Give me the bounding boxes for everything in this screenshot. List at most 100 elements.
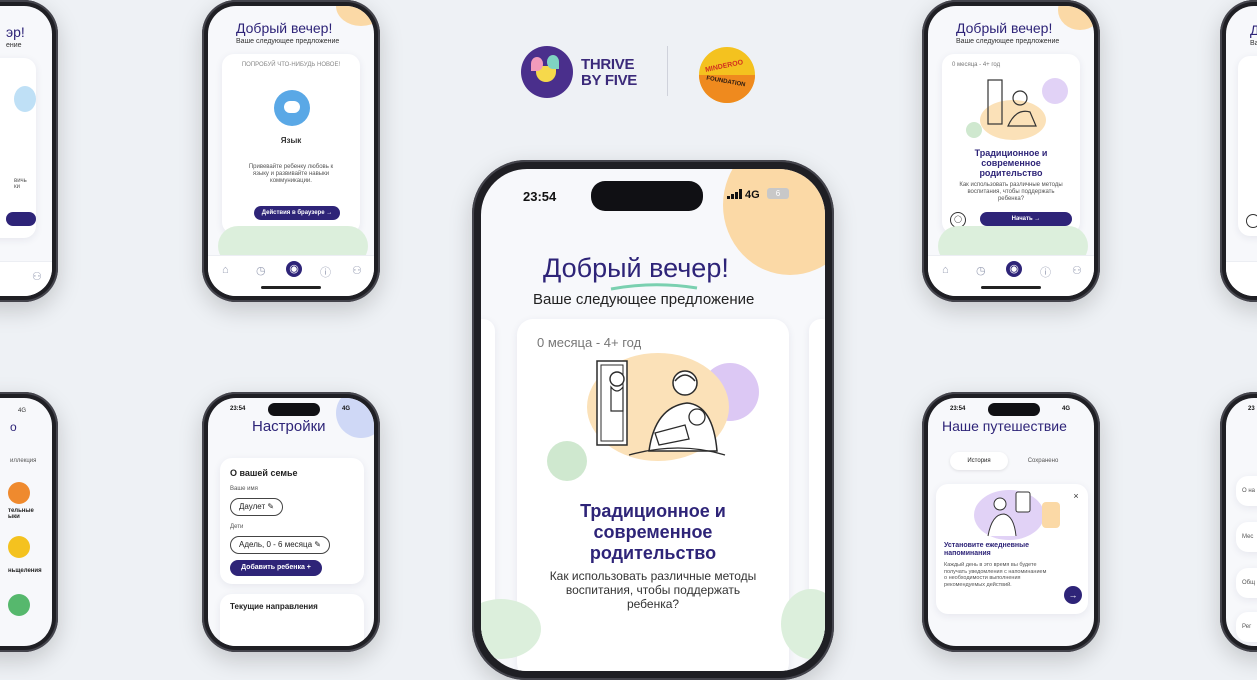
card-age: 0 месяца - 4+ год	[537, 335, 642, 350]
name-value: Даулет	[239, 502, 266, 511]
browser-actions-button[interactable]: Действия в браузере →	[254, 206, 340, 220]
suggestion-card[interactable]: 0 месяца - 4+ год Традиционное и совреме…	[517, 319, 789, 671]
phone-screen: Добрый вечер! Ваше следующее предложение…	[208, 6, 374, 296]
thrive-logo-mark	[521, 46, 573, 98]
family-card: О вашей семье Ваше имя Даулет ✎ Дети Аде…	[220, 458, 364, 584]
tab-history[interactable]: История	[950, 452, 1008, 470]
start-button[interactable]: Начать →	[980, 212, 1072, 226]
card-desc: Как использовать различные методы воспит…	[959, 182, 1063, 202]
profile-row-4[interactable]: Рег	[1236, 612, 1257, 642]
phone-edge-right-top: Д Ва	[1220, 0, 1257, 302]
info-icon[interactable]: ⓘ	[1040, 264, 1051, 280]
decor-peach-blob	[1058, 6, 1094, 30]
status-time: 23	[1248, 406, 1255, 412]
kid-value: Адель, 0 - 6 месяца	[239, 540, 313, 549]
subtitle: Ваше следующее предложение	[236, 38, 340, 45]
category-item-1: тельные ыки	[8, 508, 34, 520]
phone-top-right: Добрый вечер! Ваше следующее предложение…	[922, 0, 1100, 302]
card-age: 0 месяца - 4+ год	[952, 62, 1001, 68]
tab-saved[interactable]: Сохранено	[1014, 452, 1072, 470]
decor-mint-circle	[966, 122, 982, 138]
parent-reading-illustration	[987, 79, 1037, 127]
bookmark-icon[interactable]	[1246, 214, 1257, 228]
section-title: О вашей семье	[230, 468, 298, 478]
phone-main: 23:54 4G 6 Добрый вечер! Ваше следующее …	[472, 160, 834, 680]
greeting-underline	[610, 283, 698, 291]
home-icon[interactable]: ⌂	[222, 264, 229, 276]
subtitle: ение	[6, 42, 22, 49]
compass-icon[interactable]: ◉	[286, 261, 302, 277]
phone-edge-left-bottom: 4G о иллекция тельные ыки ньщеления	[0, 392, 58, 652]
next-arrow-button[interactable]: →	[1064, 586, 1082, 604]
phone-edge-right-bottom: 23 О на Мес Общ Рег	[1220, 392, 1257, 652]
status-network: 4G	[18, 408, 27, 414]
greeting: Добрый вечер!	[956, 20, 1053, 36]
phone-screen: 23:54 4G 6 Добрый вечер! Ваше следующее …	[481, 169, 825, 671]
parent-phone-illustration	[987, 491, 1031, 537]
speech-bubble-icon	[274, 90, 310, 126]
phone-screen: 23 О на Мес Общ Рег	[1226, 398, 1257, 646]
row-label: О на	[1242, 488, 1255, 494]
home-indicator	[981, 286, 1041, 289]
profile-icon[interactable]: ⚇	[1072, 264, 1082, 277]
skills-category-icon[interactable]	[8, 482, 30, 504]
name-chip[interactable]: Даулет ✎	[230, 498, 284, 516]
status-time: 23:54	[523, 189, 557, 204]
category-item-2: ньщеления	[8, 568, 42, 574]
kid-chip[interactable]: Адель, 0 - 6 месяца ✎	[230, 536, 330, 554]
phone-bottom-left: 23:54 4G Настройки О вашей семье Ваше им…	[202, 392, 380, 652]
row-label: Рег	[1242, 624, 1252, 630]
home-icon[interactable]: ⌂	[942, 264, 949, 276]
action-button[interactable]	[6, 212, 36, 226]
close-icon[interactable]: ×	[1070, 490, 1082, 502]
page-title: о	[10, 420, 17, 434]
bottom-nav: ⚇	[0, 261, 52, 296]
decor-peach-blob	[723, 169, 825, 275]
info-icon[interactable]: ⓘ	[320, 264, 331, 280]
profile-row-2[interactable]: Мес	[1236, 522, 1257, 552]
name-label: Ваше имя	[230, 486, 258, 492]
nature-category-icon[interactable]	[8, 594, 30, 616]
bottom-nav: ⌂ ◷ ◉ ⓘ ⚇	[928, 255, 1094, 296]
row-label: Мес	[1242, 534, 1254, 540]
status-network: 4G	[745, 189, 760, 201]
feelings-category-icon[interactable]	[8, 536, 30, 558]
suggestion-card: 0 месяца - 4+ год Традиционное и совреме…	[942, 54, 1080, 234]
bottom-nav: ⌂ ◷ ◉ ⓘ ⚇	[208, 255, 374, 296]
profile-icon[interactable]: ⚇	[352, 264, 362, 277]
decor-peach-blob	[336, 6, 374, 26]
edit-pencil-icon: ✎	[267, 502, 275, 511]
subtitle: Ваше следующее предложение	[956, 38, 1060, 45]
thrive-by-five-logo: THRIVE BY FIVE	[521, 46, 641, 100]
parent-reading-illustration	[596, 360, 726, 456]
add-child-button[interactable]: Добавить ребенка +	[230, 560, 322, 576]
profile-icon[interactable]: ⚇	[32, 270, 42, 283]
decor-mint-circle	[547, 441, 587, 481]
profile-row-1[interactable]: О на	[1236, 476, 1257, 506]
greeting: эр!	[6, 24, 25, 40]
phone-bottom-right: 23:54 4G Наше путешествие История Сохран…	[922, 392, 1100, 652]
card-title: Традиционное и современное родительство	[580, 501, 726, 563]
greeting: Добрый вечер!	[236, 20, 333, 36]
tab-bar: История Сохранено	[950, 452, 1074, 470]
status-time: 23:54	[950, 406, 966, 412]
status-network: 4G	[1062, 406, 1071, 412]
decor-lilac-blob	[1042, 78, 1068, 104]
home-indicator	[261, 286, 321, 289]
greeting: Добрый вечер!	[543, 253, 729, 283]
minderoo-text-top: MINDEROO	[704, 59, 744, 74]
dynamic-island	[591, 181, 703, 211]
card-title: Установите ежедневные напоминания	[944, 542, 1030, 557]
suggestion-card: ПОПРОБУЙ ЧТО-НИБУДЬ НОВОЕ! Язык Привевай…	[222, 54, 360, 234]
clock-icon[interactable]: ◷	[976, 264, 986, 277]
page-title: Наше путешествие	[942, 418, 1067, 434]
phone-edge-left-top: эр! ение вичь ки ⚇	[0, 0, 58, 302]
compass-icon[interactable]: ◉	[1006, 261, 1022, 277]
minderoo-foundation-logo: MINDEROO FOUNDATION	[699, 47, 755, 103]
phone-screen: 4G о иллекция тельные ыки ньщеления	[0, 398, 52, 646]
clock-icon[interactable]: ◷	[256, 264, 266, 277]
phone-screen: 23:54 4G Настройки О вашей семье Ваше им…	[208, 398, 374, 646]
card-title: Традиционное и современное родительство	[974, 148, 1048, 178]
profile-row-3[interactable]: Общ	[1236, 568, 1257, 598]
dynamic-island	[988, 403, 1040, 416]
